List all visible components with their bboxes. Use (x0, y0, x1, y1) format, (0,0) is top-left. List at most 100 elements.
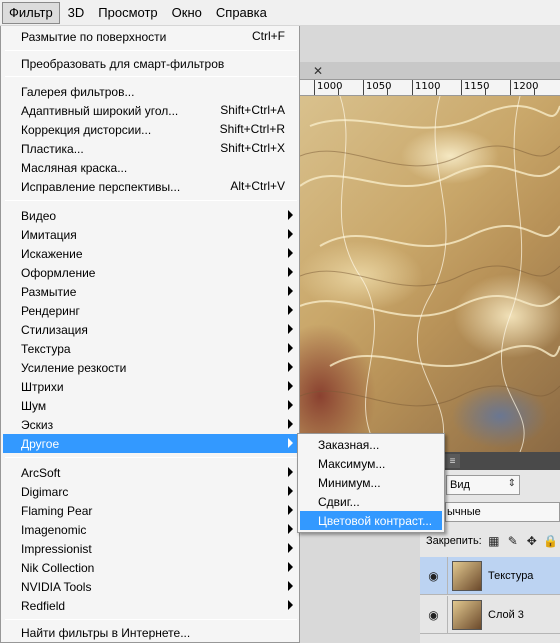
panel-menu-icon[interactable]: ≡ (445, 454, 460, 468)
layer-row[interactable]: ◉ Слой 3 (420, 595, 560, 634)
submenu-arrow-icon (288, 524, 293, 534)
menu-item-label: Рендеринг (21, 303, 80, 318)
menu-item-liquify[interactable]: Пластика... Shift+Ctrl+X (3, 139, 299, 158)
menu-item-imagenomic[interactable]: Imagenomic (3, 520, 299, 539)
panel-gutter (300, 522, 420, 643)
menu-item-label: Заказная... (318, 437, 380, 452)
menu-item-label: Галерея фильтров... (21, 84, 135, 99)
submenu-arrow-icon (288, 581, 293, 591)
submenu-arrow-icon (288, 229, 293, 239)
document-tab-strip (300, 62, 560, 80)
visibility-eye-icon[interactable]: ◉ (420, 595, 448, 634)
menu-item-label: Imagenomic (21, 522, 87, 537)
menu-item-render[interactable]: Рендеринг (3, 301, 299, 320)
menu-3d[interactable]: 3D (62, 2, 91, 24)
menu-view[interactable]: Просмотр (92, 2, 163, 24)
menu-help[interactable]: Справка (210, 2, 273, 24)
submenu-item-maximum[interactable]: Максимум... (300, 454, 442, 473)
menu-separator (5, 50, 297, 51)
menu-item-noise[interactable]: Шум (3, 396, 299, 415)
ruler-minor-tick (338, 89, 339, 95)
filter-menu: Размытие по поверхности Ctrl+F Преобразо… (0, 26, 300, 643)
submenu-arrow-icon (288, 286, 293, 296)
layer-name: Слой 3 (488, 608, 524, 621)
menu-item-texture[interactable]: Текстура (3, 339, 299, 358)
layer-row[interactable]: ◉ Текстура (420, 556, 560, 595)
submenu-arrow-icon (288, 505, 293, 515)
lock-all-icon[interactable]: 🔒 (543, 534, 558, 548)
menu-item-nik-collection[interactable]: Nik Collection (3, 558, 299, 577)
ruler-minor-tick (534, 89, 535, 95)
horizontal-ruler: 1000 1050 1100 1150 1200 (300, 80, 560, 96)
menu-item-digimarc[interactable]: Digimarc (3, 482, 299, 501)
menu-item-label: Преобразовать для смарт-фильтров (21, 56, 225, 71)
menu-item-label: Шум (21, 398, 47, 413)
menu-window[interactable]: Окно (166, 2, 208, 24)
menu-item-brush-strokes[interactable]: Штрихи (3, 377, 299, 396)
blend-mode-select[interactable]: ычные (445, 502, 560, 522)
menu-item-artistic[interactable]: Имитация (3, 225, 299, 244)
menu-item-label: Имитация (21, 227, 77, 242)
menu-item-stylize[interactable]: Стилизация (3, 320, 299, 339)
menu-item-arcsoft[interactable]: ArcSoft (3, 463, 299, 482)
menu-item-browse-filters-online[interactable]: Найти фильтры в Интернете... (3, 623, 299, 642)
hair-texture-image (300, 96, 560, 452)
menu-item-label: Усиление резкости (21, 360, 127, 375)
visibility-eye-icon[interactable]: ◉ (420, 556, 448, 595)
menu-item-label: Оформление (21, 265, 96, 280)
ruler-major-tick (412, 80, 413, 95)
submenu-arrow-icon (288, 467, 293, 477)
menu-filter[interactable]: Фильтр (2, 1, 60, 24)
submenu-item-offset[interactable]: Сдвиг... (300, 492, 442, 511)
submenu-item-high-pass[interactable]: Цветовой контраст... (300, 511, 442, 530)
shortcut-label: Shift+Ctrl+X (220, 141, 285, 155)
menu-item-vanishing-point[interactable]: Исправление перспективы... Alt+Ctrl+V (3, 177, 299, 196)
menu-item-label: Размытие по поверхности (21, 29, 167, 44)
submenu-arrow-icon (288, 600, 293, 610)
ruler-minor-tick (387, 89, 388, 95)
submenu-item-minimum[interactable]: Минимум... (300, 473, 442, 492)
menu-item-label: Штрихи (21, 379, 64, 394)
menu-item-redfield[interactable]: Redfield (3, 596, 299, 615)
ruler-major-tick (314, 80, 315, 95)
menu-item-nvidia-tools[interactable]: NVIDIA Tools (3, 577, 299, 596)
submenu-arrow-icon (288, 324, 293, 334)
ruler-major-tick (510, 80, 511, 95)
menu-item-label: Адаптивный широкий угол... (21, 103, 179, 118)
menu-item-filter-gallery[interactable]: Галерея фильтров... (3, 82, 299, 101)
submenu-item-custom[interactable]: Заказная... (300, 435, 442, 454)
shortcut-label: Alt+Ctrl+V (230, 179, 285, 193)
tab-close-icon[interactable]: ✕ (310, 64, 326, 78)
layer-thumbnail (452, 560, 482, 591)
lock-move-icon[interactable]: ✥ (525, 534, 539, 548)
menu-separator (5, 200, 297, 201)
submenu-arrow-icon (288, 381, 293, 391)
submenu-arrow-icon (288, 305, 293, 315)
menu-item-blur[interactable]: Размытие (3, 282, 299, 301)
menu-item-distort[interactable]: Искажение (3, 244, 299, 263)
menu-item-other[interactable]: Другое (3, 434, 299, 453)
menu-item-label: Найти фильтры в Интернете... (21, 625, 191, 640)
menu-item-sketch[interactable]: Эскиз (3, 415, 299, 434)
menu-item-pixelate[interactable]: Оформление (3, 263, 299, 282)
lock-brush-icon[interactable]: ✎ (506, 534, 520, 548)
menu-item-label: Размытие (21, 284, 77, 299)
menu-item-label: Минимум... (318, 475, 381, 490)
menu-item-oil-paint[interactable]: Масляная краска... (3, 158, 299, 177)
menu-item-label: Другое (21, 436, 60, 451)
shortcut-label: Ctrl+F (252, 29, 285, 43)
menu-item-convert-smart-filters[interactable]: Преобразовать для смарт-фильтров (3, 54, 299, 73)
ruler-major-tick (363, 80, 364, 95)
submenu-arrow-icon (288, 562, 293, 572)
menu-item-impressionist[interactable]: Impressionist (3, 539, 299, 558)
lock-transparency-icon[interactable]: ▦ (487, 534, 501, 548)
image-canvas[interactable] (300, 96, 560, 452)
menu-item-surface-blur[interactable]: Размытие по поверхности Ctrl+F (3, 27, 299, 46)
menu-item-lens-correction[interactable]: Коррекция дисторсии... Shift+Ctrl+R (3, 120, 299, 139)
layer-kind-select[interactable]: Вид ⇕ (446, 475, 520, 495)
menu-item-video[interactable]: Видео (3, 206, 299, 225)
menu-separator (5, 457, 297, 458)
menu-item-adaptive-wide-angle[interactable]: Адаптивный широкий угол... Shift+Ctrl+A (3, 101, 299, 120)
menu-item-sharpen[interactable]: Усиление резкости (3, 358, 299, 377)
menu-item-flaming-pear[interactable]: Flaming Pear (3, 501, 299, 520)
